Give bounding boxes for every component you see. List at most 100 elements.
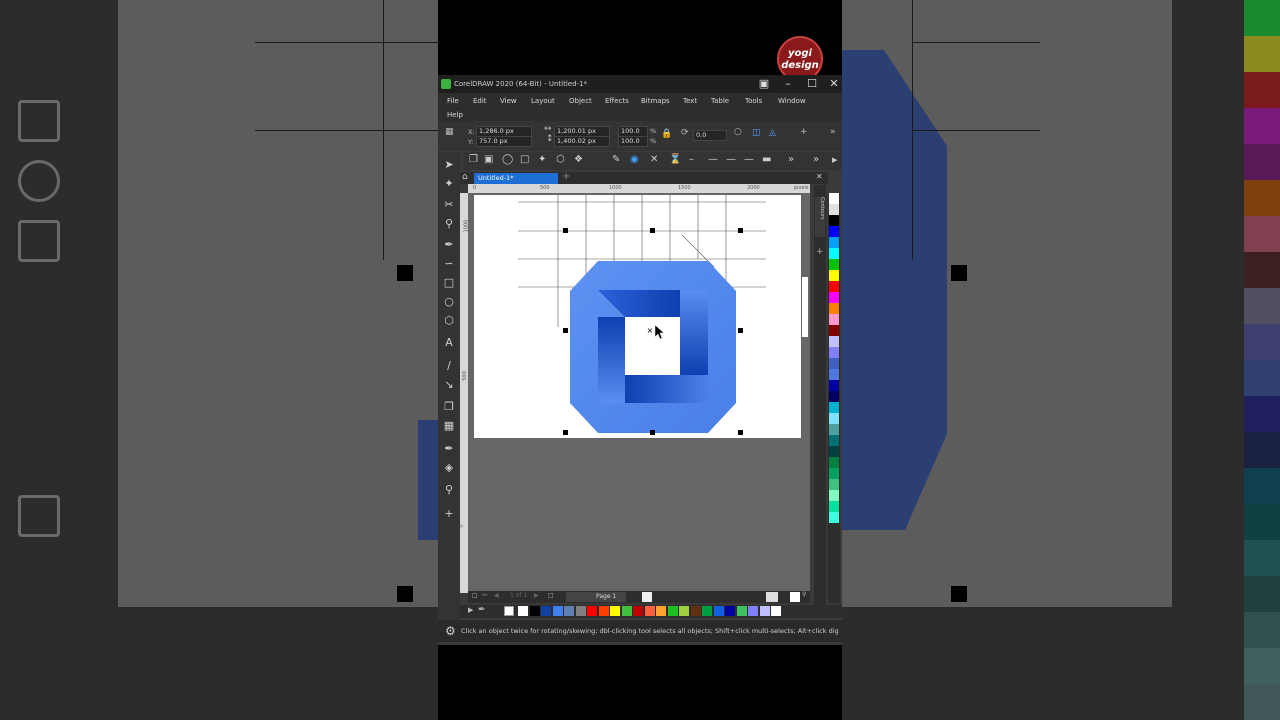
color-swatch[interactable]	[667, 606, 678, 616]
color-swatch[interactable]	[829, 270, 839, 281]
artistic-media-icon[interactable]: ∽	[442, 257, 456, 271]
height-field[interactable]: 1,400.02 px	[554, 136, 610, 147]
color-swatch[interactable]	[829, 402, 839, 413]
menu-layout[interactable]: Layout	[531, 97, 555, 105]
drawing-workspace[interactable]: ×	[468, 193, 810, 601]
color-swatch[interactable]	[829, 424, 839, 435]
menu-text[interactable]: Text	[683, 97, 697, 105]
color-swatch[interactable]	[633, 606, 643, 616]
interactive-fill-icon[interactable]: ◈	[442, 461, 456, 475]
color-swatch[interactable]	[829, 391, 839, 402]
color-swatch[interactable]	[529, 606, 540, 616]
no-color-swatch[interactable]	[504, 606, 514, 616]
color-swatch[interactable]	[829, 237, 839, 248]
color-swatch[interactable]	[829, 413, 839, 424]
intersect-icon[interactable]: ✦	[538, 154, 546, 165]
simplify-icon[interactable]: ⬡	[556, 154, 565, 165]
weld-icon[interactable]: ◯	[502, 154, 513, 165]
add-page-icon[interactable]: □	[548, 592, 554, 599]
maximize-button[interactable]: ☐	[802, 77, 822, 91]
color-swatch[interactable]	[829, 215, 839, 226]
color-swatch[interactable]	[829, 446, 839, 457]
drop-shadow-icon[interactable]: ❐	[442, 400, 456, 414]
docker-tab-contours[interactable]: Contours	[815, 197, 825, 237]
transparency-icon[interactable]: ▦	[442, 419, 456, 433]
parallel-dimension-icon[interactable]: ∕	[442, 359, 456, 373]
color-swatch[interactable]	[829, 490, 839, 501]
menu-bitmaps[interactable]: Bitmaps	[641, 97, 670, 105]
color-swatch[interactable]	[759, 606, 770, 616]
color-wheel-icon[interactable]: ◉	[630, 154, 639, 165]
bucket-icon[interactable]: ❖	[574, 154, 583, 165]
color-swatch[interactable]	[829, 358, 839, 369]
next-page-icon[interactable]: ▶	[534, 592, 539, 599]
color-swatch[interactable]	[829, 281, 839, 292]
color-swatch[interactable]	[541, 606, 551, 616]
color-swatch[interactable]	[829, 468, 839, 479]
arrow-right-icon[interactable]: ▶	[832, 156, 837, 164]
mirror-vertical-icon[interactable]: ◬	[769, 128, 776, 138]
polygon-tool-icon[interactable]: ⬡	[442, 314, 456, 328]
color-swatch[interactable]	[610, 606, 620, 616]
close-curve-icon[interactable]: ✕	[650, 154, 658, 165]
first-page-icon[interactable]: ⏮	[482, 592, 487, 600]
freehand-tool-icon[interactable]: ✒	[442, 238, 456, 252]
account-icon[interactable]: ▣	[754, 77, 774, 91]
color-swatch[interactable]	[829, 292, 839, 303]
group-icon[interactable]: ▣	[484, 154, 493, 165]
home-icon[interactable]: ⌂	[462, 172, 468, 182]
overflow-icon[interactable]: »	[830, 127, 836, 137]
document-page[interactable]: ×	[474, 195, 801, 438]
fill-indicator[interactable]	[766, 592, 778, 602]
color-swatch[interactable]	[829, 435, 839, 446]
eyedropper-icon[interactable]: ✒	[442, 442, 456, 456]
text-tool-icon[interactable]: A	[442, 336, 456, 350]
line-style-1-icon[interactable]: –	[689, 154, 694, 165]
overflow-icon[interactable]: »	[813, 154, 819, 165]
docker-add-icon[interactable]: +	[816, 247, 824, 257]
color-swatch[interactable]	[829, 193, 839, 204]
color-swatch[interactable]	[690, 606, 701, 616]
crop-tool-icon[interactable]: ✂	[442, 198, 456, 212]
close-doc-icon[interactable]: ✕	[816, 172, 823, 181]
menu-window[interactable]: Window	[778, 97, 806, 105]
color-swatch[interactable]	[829, 457, 839, 468]
color-swatch[interactable]	[829, 336, 839, 347]
rectangle-tool-icon[interactable]: □	[442, 276, 456, 290]
outline-indicator[interactable]	[790, 592, 800, 602]
connector-tool-icon[interactable]: ↘	[442, 378, 456, 392]
line-style-4-icon[interactable]: —	[744, 154, 754, 165]
color-swatch[interactable]	[829, 226, 839, 237]
color-swatch[interactable]	[575, 606, 586, 616]
overflow-icon[interactable]: »	[788, 154, 794, 165]
prev-page-icon[interactable]: ◀	[494, 592, 499, 599]
scale-y-field[interactable]: 100.0	[618, 136, 648, 147]
color-swatch[interactable]	[829, 259, 839, 270]
tab-untitled-1[interactable]: Untitled-1*	[474, 173, 558, 184]
trim-icon[interactable]: □	[520, 154, 529, 165]
menu-table[interactable]: Table	[711, 97, 729, 105]
color-swatch[interactable]	[679, 606, 689, 616]
color-swatch[interactable]	[829, 512, 839, 523]
color-swatch[interactable]	[621, 606, 632, 616]
zoom-tool-icon[interactable]: ⚲	[442, 217, 456, 231]
line-style-5-icon[interactable]: ▬	[762, 154, 771, 165]
color-swatch[interactable]	[713, 606, 724, 616]
color-swatch[interactable]	[644, 606, 655, 616]
line-style-3-icon[interactable]: —	[726, 154, 736, 165]
color-swatch[interactable]	[564, 606, 574, 616]
color-swatch[interactable]	[725, 606, 735, 616]
color-swatch[interactable]	[829, 204, 839, 215]
color-swatch[interactable]	[829, 303, 839, 314]
line-style-2-icon[interactable]: —	[708, 154, 718, 165]
color-swatch[interactable]	[829, 248, 839, 259]
add-icon[interactable]: +	[800, 127, 808, 137]
color-swatch[interactable]	[552, 606, 563, 616]
close-button[interactable]: ✕	[824, 77, 844, 91]
menu-effects[interactable]: Effects	[605, 97, 629, 105]
color-swatch[interactable]	[829, 501, 839, 512]
vertical-scrollbar-thumb[interactable]	[802, 277, 808, 337]
eyedropper-icon[interactable]: ✒	[478, 605, 486, 615]
menu-help[interactable]: Help	[447, 111, 463, 119]
hourglass-icon[interactable]: ⌛	[669, 154, 681, 165]
